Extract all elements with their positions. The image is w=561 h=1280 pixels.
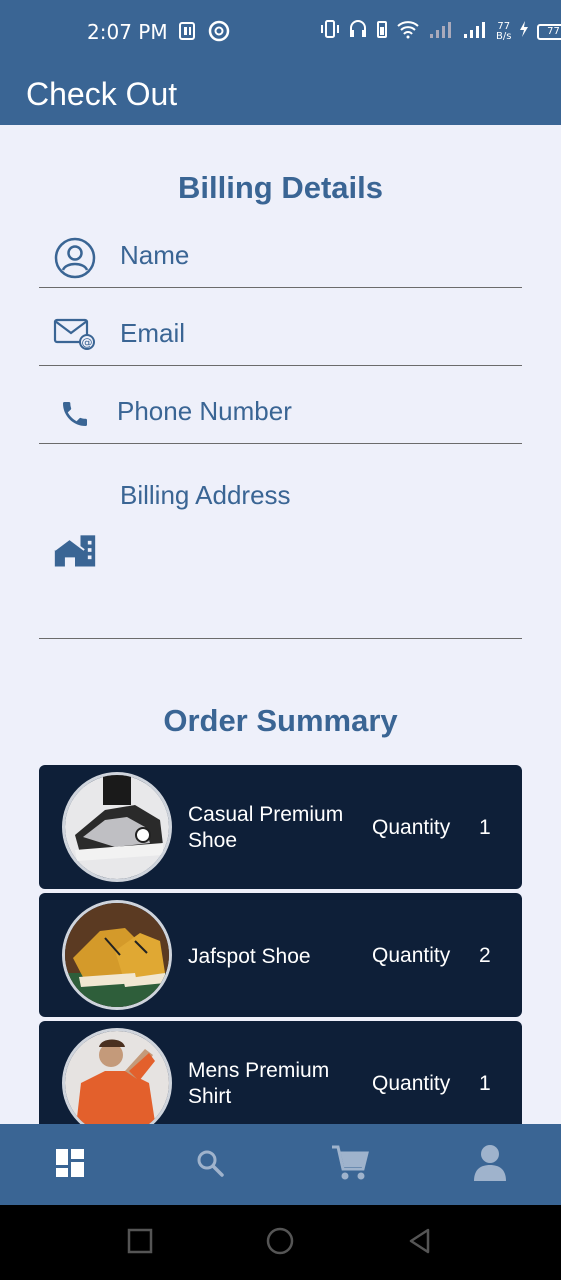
page-title: Check Out — [26, 76, 178, 112]
nav-cart[interactable] — [325, 1140, 375, 1190]
circle-icon — [265, 1226, 295, 1260]
search-icon — [195, 1148, 225, 1182]
nav-profile[interactable] — [465, 1140, 515, 1190]
signal-icon — [428, 18, 454, 46]
email-label: Email — [120, 318, 186, 348]
charging-icon — [519, 18, 529, 46]
wifi-icon — [396, 18, 420, 46]
recent-apps-button[interactable] — [124, 1227, 156, 1259]
profile-icon — [473, 1143, 507, 1187]
billing-address-label: Billing Address — [120, 480, 291, 510]
order-item[interactable]: Mens Premium Shirt Quantity 1 — [39, 1021, 522, 1124]
system-navigation-bar — [0, 1205, 561, 1280]
headphone-icon — [348, 18, 368, 46]
billing-details-title: Billing Details — [178, 170, 383, 205]
product-image — [62, 772, 172, 882]
top-bar: 2:07 PM 77 B/s 77 Check Out — [0, 0, 561, 125]
status-time: 2:07 PM — [87, 20, 168, 44]
cart-icon — [330, 1144, 370, 1186]
order-item[interactable]: Jafspot Shoe Quantity 2 — [39, 893, 522, 1017]
nav-dashboard[interactable] — [45, 1140, 95, 1190]
email-icon: @ — [53, 312, 97, 356]
vibrate-icon — [320, 18, 340, 46]
dashboard-icon — [55, 1148, 85, 1182]
phone-label: Phone Number — [117, 396, 292, 426]
product-name: Casual Premium Shoe — [188, 803, 344, 852]
billing-address-field[interactable]: Billing Address — [39, 464, 522, 639]
nav-search[interactable] — [185, 1140, 235, 1190]
checkout-content[interactable]: Billing Details Name @ Email Phone Numbe… — [0, 125, 561, 1124]
bottom-navigation — [0, 1124, 561, 1205]
sync-icon — [208, 20, 230, 48]
quantity-value: 2 — [479, 944, 491, 967]
signal-2-icon — [462, 18, 488, 46]
back-button[interactable] — [404, 1227, 436, 1259]
battery-icon: 77 — [537, 24, 561, 40]
home-button[interactable] — [264, 1227, 296, 1259]
product-image — [62, 1028, 172, 1124]
name-label: Name — [120, 240, 190, 270]
battery-small-icon — [376, 18, 388, 46]
order-summary-title: Order Summary — [163, 703, 398, 738]
phone-icon — [53, 392, 97, 436]
product-name: Mens Premium Shirt — [188, 1059, 330, 1108]
product-name: Jafspot Shoe — [188, 945, 311, 968]
quantity-label: Quantity — [372, 1072, 451, 1095]
home-icon — [53, 528, 97, 572]
order-item[interactable]: Casual Premium Shoe Quantity 1 — [39, 765, 522, 889]
name-field[interactable]: Name — [39, 230, 522, 288]
person-icon — [53, 236, 97, 280]
net-speed-unit: B/s — [496, 31, 512, 42]
email-field[interactable]: @ Email — [39, 308, 522, 366]
notification-icon — [178, 20, 198, 48]
quantity-value: 1 — [479, 816, 491, 839]
triangle-back-icon — [406, 1227, 434, 1259]
product-image — [62, 900, 172, 1010]
square-icon — [127, 1228, 153, 1258]
net-speed: 77 B/s — [496, 22, 511, 42]
quantity-label: Quantity — [372, 816, 451, 839]
quantity-value: 1 — [479, 1072, 491, 1095]
svg-text:@: @ — [82, 336, 93, 349]
phone-field[interactable]: Phone Number — [39, 386, 522, 444]
quantity-label: Quantity — [372, 944, 451, 967]
status-bar: 2:07 PM 77 B/s 77 — [0, 14, 561, 50]
